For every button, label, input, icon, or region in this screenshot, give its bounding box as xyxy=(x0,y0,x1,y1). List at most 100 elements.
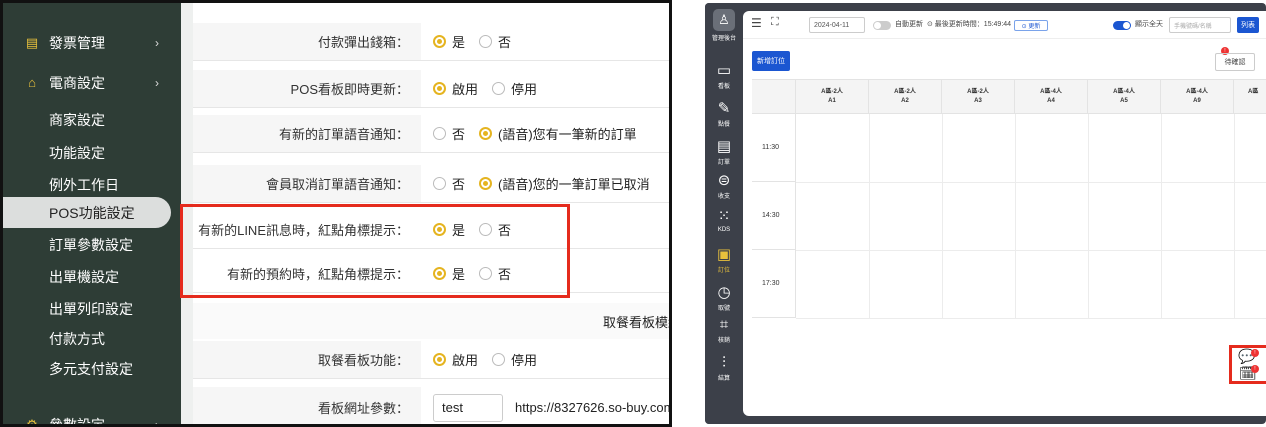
show-all-day-toggle[interactable] xyxy=(1113,21,1131,30)
booking-main: ☰ ⛶ 2024-04-11 自動更新 ⊙ 最後更新時間：15:49:44 ⊙ … xyxy=(743,11,1266,416)
radio-yes[interactable]: 是 xyxy=(433,32,465,51)
column-header: A區-2人 A1 xyxy=(796,80,869,114)
nav-item-redeem[interactable]: ⌗ 核銷 xyxy=(705,316,743,345)
nav-item-orders[interactable]: ▤ 訂單 xyxy=(705,138,743,167)
setting-label: 取餐看板功能： xyxy=(193,341,421,378)
admin-icon: ♙ xyxy=(713,9,735,31)
pending-confirm-button[interactable]: 待確認 xyxy=(1215,53,1255,71)
section-title: 取餐看板模組 xyxy=(602,314,669,330)
setting-row-booking-badge: 有新的預約時，紅點角標提示： 是 否 xyxy=(193,255,669,293)
nav-item-booking[interactable]: ▣ 訂位 xyxy=(705,246,743,275)
column-header: A區-4人 A4 xyxy=(1015,80,1088,114)
radio-no[interactable]: 否 xyxy=(433,124,465,143)
fullscreen-icon[interactable]: ⛶ xyxy=(771,16,779,29)
clock-icon: ◷ xyxy=(717,284,731,301)
section-header-pickup-board: 取餐看板模組 xyxy=(193,303,669,339)
setting-row-board-refresh: POS看板即時更新： 啟用 停用 xyxy=(193,70,669,108)
nav-item-queue[interactable]: ◷ 取號 xyxy=(705,284,743,313)
setting-label: 有新的預約時，紅點角標提示： xyxy=(226,267,409,282)
clipboard-icon: ▤ xyxy=(716,138,732,155)
nav-item-kds[interactable]: ⁙ KDS xyxy=(705,208,743,234)
calendar-icon: ▣ xyxy=(716,246,732,263)
sidebar-item-multi-pay[interactable]: 多元支付設定 xyxy=(3,353,171,384)
last-update-text: ⊙ 最後更新時間：15:49:44 xyxy=(927,21,1012,28)
radio-no[interactable]: 否 xyxy=(433,174,465,193)
time-slot: 14:30 xyxy=(752,182,796,250)
radio-no[interactable]: 否 xyxy=(479,264,511,283)
receipt-icon: ▤ xyxy=(25,35,39,50)
sidebar-group-params[interactable]: ⚙ 參數設定 › xyxy=(3,407,181,427)
radio-yes[interactable]: 是 xyxy=(433,220,465,239)
column-header: A區-4人 A5 xyxy=(1088,80,1161,114)
sidebar-group-label: 發票管理 xyxy=(49,35,105,51)
nav-item-settlement[interactable]: ⫶ 結算 xyxy=(705,354,743,383)
radio-no[interactable]: 否 xyxy=(479,220,511,239)
booking-app-window: ♙ 管理後台 ▭ 看板 ✎ 點餐 ▤ 訂單 ⊜ 收支 ⁙ KDS ▣ 訂位 ◷ … xyxy=(705,3,1266,424)
refresh-button[interactable]: ⊙ 更新 xyxy=(1014,20,1048,31)
column-header: A區-2人 A3 xyxy=(942,80,1015,114)
column-header: A區-2人 A2 xyxy=(869,80,942,114)
search-input[interactable]: 手機號碼/名稱 xyxy=(1169,17,1231,33)
sidebar-item-pos-function[interactable]: POS功能設定 xyxy=(3,197,171,228)
sidebar-item-function[interactable]: 功能設定 xyxy=(3,137,171,168)
auto-refresh-label: 自動更新 xyxy=(895,21,923,28)
setting-label: 付款彈出錢箱： xyxy=(193,23,421,60)
settings-sidebar: ▤ 發票管理 › ⌂ 電商設定 › 商家設定 功能設定 例外工作日 POS功能設… xyxy=(3,3,181,424)
sidebar-group-ecommerce[interactable]: ⌂ 電商設定 › xyxy=(3,65,181,101)
auto-refresh-toggle[interactable] xyxy=(873,21,891,30)
chevron-right-icon: › xyxy=(155,36,159,50)
app-nav-rail: ♙ 管理後台 ▭ 看板 ✎ 點餐 ▤ 訂單 ⊜ 收支 ⁙ KDS ▣ 訂位 ◷ … xyxy=(705,3,743,424)
radio-enable[interactable]: 啟用 xyxy=(433,350,478,369)
money-icon: ⊜ xyxy=(717,172,731,189)
sidebar-item-merchant[interactable]: 商家設定 xyxy=(3,104,171,135)
sidebar-item-exception-days[interactable]: 例外工作日 xyxy=(3,169,171,200)
radio-disable[interactable]: 停用 xyxy=(492,79,537,98)
board-url-param-input[interactable]: test xyxy=(433,393,503,422)
shop-icon: ⌂ xyxy=(28,75,36,90)
setting-label: POS看板即時更新： xyxy=(193,70,421,107)
scan-icon: ⌗ xyxy=(719,316,729,333)
time-slot: 17:30 xyxy=(752,250,796,318)
sidebar-item-printer[interactable]: 出單機設定 xyxy=(3,261,171,292)
menu-toggle-icon[interactable]: ☰ xyxy=(751,16,762,30)
nav-item-finance[interactable]: ⊜ 收支 xyxy=(705,172,743,201)
radio-enable[interactable]: 啟用 xyxy=(433,79,478,98)
setting-row-order-voice: 有新的訂單語音通知： 否 (語音)您有一筆新的訂單 xyxy=(193,115,669,153)
sidebar-group-label: 電商設定 xyxy=(49,75,105,91)
chart-icon: ⫶ xyxy=(722,354,726,371)
setting-label: 有新的訂單語音通知： xyxy=(193,115,421,152)
radio-voice[interactable]: (語音)您有一筆新的訂單 xyxy=(479,124,637,143)
setting-label: 有新的LINE訊息時，紅點角標提示： xyxy=(198,223,409,238)
chat-badge: ! xyxy=(1251,349,1259,357)
setting-row-line-badge: 有新的LINE訊息時，紅點角標提示： 是 否 xyxy=(193,211,669,249)
radio-yes[interactable]: 是 xyxy=(433,264,465,283)
date-picker[interactable]: 2024-04-11 xyxy=(809,17,865,33)
setting-row-cash-drawer: 付款彈出錢箱： 是 否 xyxy=(193,23,669,61)
list-view-button[interactable]: 列表 xyxy=(1237,17,1259,33)
sidebar-item-print-settings[interactable]: 出單列印設定 xyxy=(3,293,171,324)
nav-item-board[interactable]: ▭ 看板 xyxy=(705,62,743,91)
radio-disable[interactable]: 停用 xyxy=(492,350,537,369)
sidebar-item-order-params[interactable]: 訂單參數設定 xyxy=(3,229,171,260)
pencil-icon: ✎ xyxy=(717,100,731,117)
sidebar-scroll-strip xyxy=(181,3,193,424)
sidebar-group-invoice[interactable]: ▤ 發票管理 › xyxy=(3,25,181,61)
booking-grid: A區-2人 A1 A區-2人 A2 A區-2人 A3 A區-4人 A4 A區-4人 A5 … xyxy=(752,79,1266,319)
setting-label: 看板網址參數： xyxy=(193,387,421,424)
nav-item-ordering[interactable]: ✎ 點餐 xyxy=(705,100,743,129)
monitor-icon: ▭ xyxy=(716,62,732,79)
sidebar-item-payment[interactable]: 付款方式 xyxy=(3,323,171,354)
add-booking-button[interactable]: 新增訂位 xyxy=(752,51,790,71)
nav-item-admin[interactable]: ♙ 管理後台 xyxy=(705,9,743,42)
kds-icon: ⁙ xyxy=(717,208,731,225)
screenshot-composite: ▤ 發票管理 › ⌂ 電商設定 › 商家設定 功能設定 例外工作日 POS功能設… xyxy=(0,0,1266,427)
radio-no[interactable]: 否 xyxy=(479,32,511,51)
setting-row-board-url: 看板網址參數： test https://8327626.so-buy.com xyxy=(193,387,669,424)
time-slot: 11:30 xyxy=(752,114,796,182)
gear-icon: ⚙ xyxy=(26,417,38,427)
grid-corner xyxy=(752,80,796,114)
setting-row-cancel-voice: 會員取消訂單語音通知： 否 (語音)您的一筆訂單已取消 xyxy=(193,165,669,203)
radio-voice[interactable]: (語音)您的一筆訂單已取消 xyxy=(479,174,650,193)
setting-row-pickup-board: 取餐看板功能： 啟用 停用 xyxy=(193,341,669,379)
booking-badge: ! xyxy=(1251,365,1259,373)
